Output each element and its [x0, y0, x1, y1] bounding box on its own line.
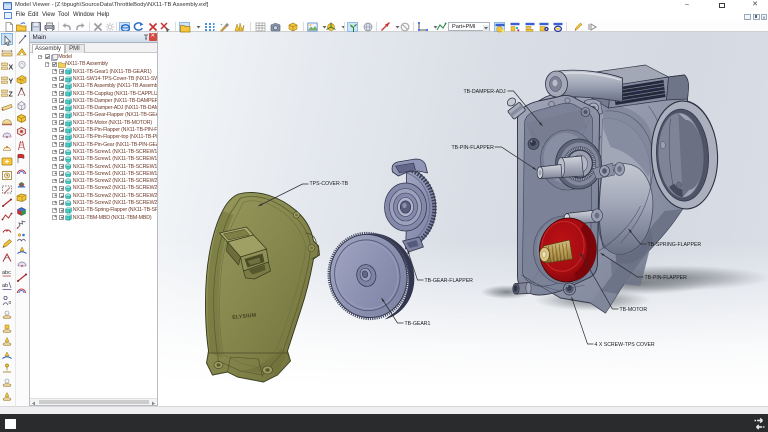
svg-text:o: o — [9, 300, 12, 306]
svg-text:TB-GEAR-FLAPPER: TB-GEAR-FLAPPER — [424, 278, 473, 284]
svg-text:TB-PIN-FLAPPER: TB-PIN-FLAPPER — [644, 275, 687, 281]
svg-text:4 X SCREW-TPS COVER: 4 X SCREW-TPS COVER — [594, 342, 654, 348]
svg-text:abc: abc — [2, 270, 11, 276]
svg-text:TB-GEAR1: TB-GEAR1 — [404, 321, 430, 327]
svg-text:X: X — [9, 65, 14, 72]
svg-text:TB-MOTOR: TB-MOTOR — [619, 307, 647, 313]
svg-text:TB-SPRING-FLAPPER: TB-SPRING-FLAPPER — [647, 242, 701, 248]
svg-text:Z: Z — [9, 92, 14, 99]
svg-text:Y: Y — [9, 79, 14, 86]
svg-text:TB-PIN-FLAPPER: TB-PIN-FLAPPER — [451, 145, 494, 151]
svg-text:ab: ab — [2, 283, 8, 289]
svg-text:TPS-COVER-TB: TPS-COVER-TB — [309, 181, 348, 187]
svg-text:TB-DAMPER-ADJ: TB-DAMPER-ADJ — [463, 89, 505, 95]
